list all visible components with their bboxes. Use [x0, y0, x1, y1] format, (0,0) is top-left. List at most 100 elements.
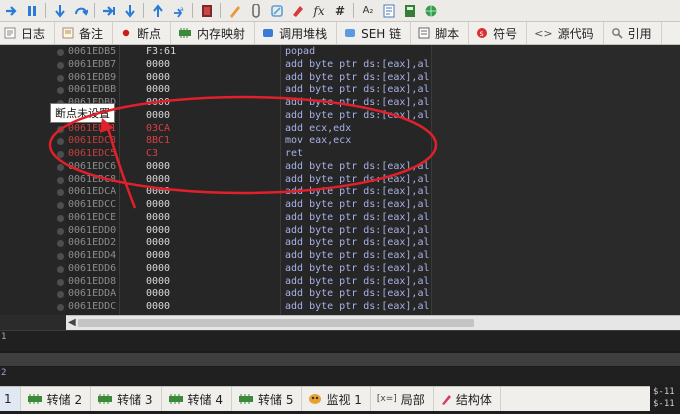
tab-source[interactable]: <> 源代码 — [527, 22, 604, 44]
view-tabs: 日志 备注 断点 内存映射 调用堆栈 SEH 链 脚本 s 符号 <> 源代码 … — [0, 22, 680, 45]
disasm-row[interactable]: 0061EDDC 0000 add byte ptr ds:[eax],al — [0, 301, 680, 314]
tab-watch-1[interactable]: 监视 1 — [302, 387, 371, 411]
disasm-row[interactable]: 0061EDB5 F3:61 popad — [0, 46, 680, 59]
instruction-cell: add byte ptr ds:[eax],al — [285, 211, 430, 223]
tab-dump-4[interactable]: 转储 4 — [162, 387, 232, 411]
breakpoint-dot[interactable] — [57, 278, 64, 286]
command-line-number: 2 — [1, 368, 7, 378]
tab-label: 日志 — [21, 26, 46, 41]
tab-references[interactable]: 引用 — [604, 22, 662, 44]
breakpoint-dot[interactable] — [57, 125, 64, 133]
log-icon — [4, 27, 16, 39]
tab-dump-3[interactable]: 转储 3 — [91, 387, 162, 411]
breakpoint-dot[interactable] — [57, 163, 64, 171]
disasm-row[interactable]: 0061EDD0 0000 add byte ptr ds:[eax],al — [0, 225, 680, 238]
disasm-row[interactable]: 0061EDD8 0000 add byte ptr ds:[eax],al — [0, 276, 680, 289]
disasm-row[interactable]: 0061EDBB 0000 add byte ptr ds:[eax],al — [0, 84, 680, 97]
highlight-icon[interactable] — [290, 3, 306, 19]
breakpoint-dot[interactable] — [57, 253, 64, 260]
hash-icon[interactable]: # — [332, 3, 348, 19]
disasm-row[interactable]: 0061EDC8 0000 add byte ptr ds:[eax],al — [0, 174, 680, 187]
disasm-row[interactable]: 0061EDB9 0000 add byte ptr ds:[eax],al — [0, 72, 680, 85]
tab-memory-map[interactable]: 内存映射 — [171, 22, 256, 44]
trace-into-icon[interactable] — [101, 3, 117, 19]
script-tab-icon — [418, 27, 430, 39]
run-to-user-icon[interactable] — [150, 3, 166, 19]
bookmark-icon[interactable] — [269, 3, 285, 19]
tab-label: 局部 — [400, 392, 425, 407]
bytes-cell: C3 — [146, 148, 159, 159]
run-icon[interactable] — [3, 3, 19, 19]
comment-icon[interactable] — [227, 3, 243, 19]
scrollbar-thumb[interactable] — [78, 319, 474, 327]
disasm-row[interactable]: 0061EDCC 0000 add byte ptr ds:[eax],al — [0, 199, 680, 212]
disasm-row[interactable]: 0061EDC1 03CA add ecx,edx — [0, 123, 680, 136]
disasm-row[interactable]: 0061EDC3 8BC1 mov eax,ecx — [0, 135, 680, 148]
breakpoint-dot[interactable] — [57, 49, 64, 56]
bytes-cell: 0000 — [146, 275, 171, 287]
bytes-cell: 03CA — [146, 122, 171, 134]
tab-breakpoints[interactable]: 断点 — [113, 22, 172, 44]
stack-offset: $-11 — [653, 387, 675, 397]
disasm-row[interactable]: 0061EDCE 0000 add byte ptr ds:[eax],al — [0, 212, 680, 225]
references-icon — [611, 27, 623, 39]
step-into-icon[interactable] — [52, 3, 68, 19]
tab-call-stack[interactable]: 调用堆栈 — [255, 22, 338, 44]
instruction-cell: add byte ptr ds:[eax],al — [285, 71, 430, 83]
tab-dump-2[interactable]: 转储 2 — [21, 387, 92, 411]
breakpoint-dot[interactable] — [57, 265, 64, 273]
breakpoint-dot[interactable] — [57, 176, 64, 184]
command-line-1[interactable]: 1 — [0, 330, 680, 351]
disasm-row[interactable]: 0061EDC6 0000 add byte ptr ds:[eax],al — [0, 161, 680, 174]
disasm-row[interactable]: 0061EDB7 0000 add byte ptr ds:[eax],al — [0, 59, 680, 72]
script-icon[interactable] — [381, 3, 397, 19]
tab-label: 调用堆栈 — [279, 26, 328, 41]
address-cell: 0061EDD4 — [68, 250, 117, 261]
step-out-icon[interactable]: a — [171, 3, 187, 19]
horizontal-scrollbar[interactable]: ◀ — [66, 315, 680, 330]
disasm-row[interactable]: 0061EDD4 0000 add byte ptr ds:[eax],al — [0, 250, 680, 263]
breakpoint-dot[interactable] — [57, 214, 64, 222]
breakpoint-dot[interactable] — [57, 151, 64, 158]
breakpoint-dot[interactable] — [57, 202, 64, 209]
tab-dump-5[interactable]: 转储 5 — [232, 387, 303, 411]
bytes-cell: 0000 — [146, 199, 171, 210]
disasm-row[interactable]: 0061EDD2 0000 add byte ptr ds:[eax],al — [0, 237, 680, 250]
font-icon[interactable]: A₂ — [360, 3, 376, 19]
tab-notes[interactable]: 备注 — [55, 22, 114, 44]
scroll-left-icon[interactable]: ◀ — [68, 317, 76, 328]
symbols-icon: s — [476, 27, 488, 39]
address-cell: 0061EDC6 — [68, 160, 117, 172]
command-divider — [0, 353, 680, 366]
breakpoint-dot[interactable] — [57, 74, 64, 82]
disasm-row[interactable]: 0061EDCA 0000 add byte ptr ds:[eax],al — [0, 186, 680, 199]
breakpoint-dot[interactable] — [57, 227, 64, 235]
tab-seh-chain[interactable]: SEH 链 — [337, 22, 412, 44]
tab-struct[interactable]: 结构体 — [434, 387, 501, 411]
breakpoint-dot[interactable] — [57, 304, 64, 311]
instruction-cell: add byte ptr ds:[eax],al — [285, 301, 430, 312]
step-over-icon[interactable] — [73, 3, 89, 19]
disasm-row[interactable]: 0061EDC5 C3 ret — [0, 148, 680, 161]
breakpoint-dot[interactable] — [57, 61, 64, 69]
trace-over-icon[interactable] — [122, 3, 138, 19]
disassembly-view[interactable]: 0061EDB5 F3:61 popad 0061EDB7 0000 add byte p… — [0, 45, 680, 330]
address-cell: 0061EDDA — [68, 288, 117, 300]
instruction-cell: popad — [285, 46, 316, 57]
label-icon[interactable] — [248, 3, 264, 19]
disasm-row[interactable]: 0061EDD6 0000 add byte ptr ds:[eax],al — [0, 263, 680, 276]
tab-symbols[interactable]: s 符号 — [469, 22, 528, 44]
tab-locals[interactable]: [x=] 局部 — [371, 387, 434, 411]
patch-icon[interactable] — [199, 3, 215, 19]
command-line-number: 1 — [1, 332, 7, 342]
pause-icon[interactable] — [24, 3, 40, 19]
globe-icon[interactable] — [423, 3, 439, 19]
command-line-2[interactable]: 2 — [0, 367, 680, 385]
function-icon[interactable]: fx — [311, 3, 327, 19]
instruction-cell: add byte ptr ds:[eax],al — [285, 160, 430, 172]
tab-log[interactable]: 日志 — [0, 22, 56, 44]
calculator-icon[interactable] — [402, 3, 418, 19]
tab-script[interactable]: 脚本 — [411, 22, 470, 44]
tab-dump-1[interactable]: 1 — [0, 387, 21, 411]
disasm-row[interactable]: 0061EDDA 0000 add byte ptr ds:[eax],al — [0, 288, 680, 301]
